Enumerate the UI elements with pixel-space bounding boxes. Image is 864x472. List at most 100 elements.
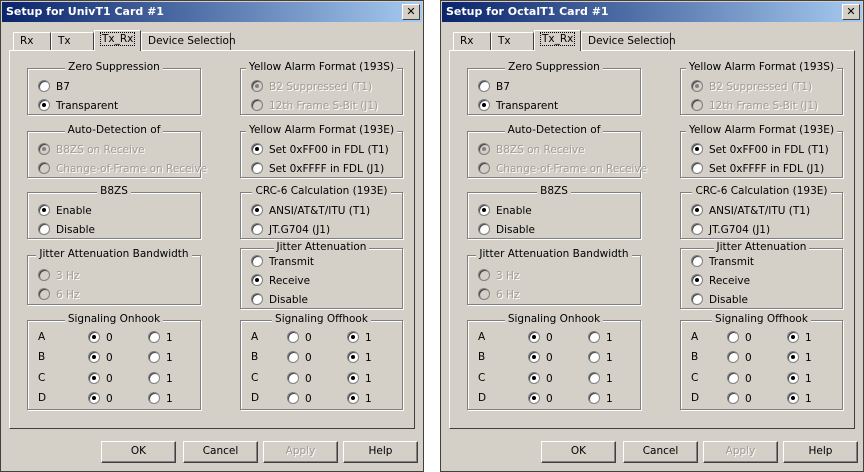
radio-jtg704[interactable]: JT.G704 (J1): [251, 223, 330, 236]
radio-6hz[interactable]: 6 Hz: [38, 288, 79, 301]
radio-icon: [588, 392, 600, 404]
radio-12th-frame[interactable]: 12th Frame S-Bit (J1): [691, 99, 818, 112]
radio-enable[interactable]: Enable: [38, 204, 92, 217]
apply-button[interactable]: Apply: [703, 441, 778, 463]
title-bar[interactable]: Setup for UnivT1 Card #1 ✕: [2, 2, 422, 22]
tab-device-selection[interactable]: Device Selection: [141, 32, 236, 50]
title-bar[interactable]: Setup for OctalT1 Card #1 ✕: [442, 2, 862, 22]
radio-disable[interactable]: Disable: [38, 223, 95, 236]
radio-transmit[interactable]: Transmit: [251, 255, 314, 268]
help-button[interactable]: Help: [783, 441, 858, 463]
tab-tx[interactable]: Tx: [51, 32, 94, 50]
radio-1[interactable]: 1: [588, 351, 613, 364]
tab-rx[interactable]: Rx: [13, 32, 51, 50]
radio-receive[interactable]: Receive: [251, 274, 310, 287]
cancel-button[interactable]: Cancel: [183, 441, 258, 463]
radio-3hz[interactable]: 3 Hz: [478, 269, 519, 282]
radio-0[interactable]: 0: [528, 372, 553, 385]
radio-0[interactable]: 0: [528, 351, 553, 364]
radio-transmit[interactable]: Transmit: [691, 255, 754, 268]
group-title: CRC-6 Calculation (193E): [692, 185, 831, 197]
radio-1[interactable]: 1: [148, 331, 173, 344]
radio-b8zs-on-receive[interactable]: B8ZS on Receive: [478, 143, 585, 156]
radio-1[interactable]: 1: [347, 331, 372, 344]
tab-tx-rx[interactable]: Tx_Rx: [534, 30, 581, 51]
radio-disable-jitter[interactable]: Disable: [691, 293, 748, 306]
radio-ansi[interactable]: ANSI/AT&T/ITU (T1): [691, 204, 810, 217]
radio-set-ffff[interactable]: Set 0xFFFF in FDL (J1): [251, 162, 384, 175]
radio-icon: [148, 331, 160, 343]
radio-0[interactable]: 0: [287, 331, 312, 344]
radio-label: 0: [305, 332, 312, 344]
radio-b8zs-on-receive[interactable]: B8ZS on Receive: [38, 143, 145, 156]
radio-icon: [528, 372, 540, 384]
apply-button[interactable]: Apply: [263, 441, 338, 463]
radio-label: 6 Hz: [56, 289, 80, 301]
radio-set-ff00[interactable]: Set 0xFF00 in FDL (T1): [251, 143, 389, 156]
radio-disable[interactable]: Disable: [478, 223, 535, 236]
radio-change-of-frame[interactable]: Change-of-Frame on Receive: [478, 162, 647, 175]
radio-set-ff00[interactable]: Set 0xFF00 in FDL (T1): [691, 143, 829, 156]
radio-transparent[interactable]: Transparent: [38, 99, 118, 112]
radio-1[interactable]: 1: [148, 351, 173, 364]
radio-1[interactable]: 1: [148, 372, 173, 385]
radio-0[interactable]: 0: [528, 392, 553, 405]
radio-1[interactable]: 1: [588, 372, 613, 385]
radio-label: Transmit: [709, 256, 755, 268]
close-button[interactable]: ✕: [842, 4, 860, 20]
radio-jtg704[interactable]: JT.G704 (J1): [691, 223, 770, 236]
radio-1[interactable]: 1: [347, 392, 372, 405]
radio-0[interactable]: 0: [88, 351, 113, 364]
radio-0[interactable]: 0: [88, 392, 113, 405]
radio-set-ffff[interactable]: Set 0xFFFF in FDL (J1): [691, 162, 824, 175]
radio-enable[interactable]: Enable: [478, 204, 532, 217]
radio-1[interactable]: 1: [787, 372, 812, 385]
radio-6hz[interactable]: 6 Hz: [478, 288, 519, 301]
tab-tx-rx[interactable]: Tx_Rx: [94, 30, 141, 51]
group-title: Yellow Alarm Format (193E): [685, 124, 838, 136]
radio-icon: [691, 293, 703, 305]
radio-transparent[interactable]: Transparent: [478, 99, 558, 112]
close-icon: ✕: [406, 5, 416, 18]
radio-12th-frame[interactable]: 12th Frame S-Bit (J1): [251, 99, 378, 112]
radio-change-of-frame[interactable]: Change-of-Frame on Receive: [38, 162, 207, 175]
tab-device-selection[interactable]: Device Selection: [581, 32, 676, 50]
radio-0[interactable]: 0: [287, 392, 312, 405]
radio-1[interactable]: 1: [148, 392, 173, 405]
radio-icon: [478, 288, 490, 300]
radio-0[interactable]: 0: [287, 351, 312, 364]
radio-1[interactable]: 1: [588, 392, 613, 405]
radio-0[interactable]: 0: [88, 372, 113, 385]
radio-0[interactable]: 0: [88, 331, 113, 344]
radio-1[interactable]: 1: [347, 372, 372, 385]
ok-button[interactable]: OK: [101, 441, 176, 463]
help-button[interactable]: Help: [343, 441, 418, 463]
radio-label: 0: [546, 332, 553, 344]
radio-1[interactable]: 1: [588, 331, 613, 344]
tab-rx[interactable]: Rx: [453, 32, 491, 50]
radio-3hz[interactable]: 3 Hz: [38, 269, 79, 282]
radio-0[interactable]: 0: [727, 392, 752, 405]
ok-button[interactable]: OK: [541, 441, 616, 463]
radio-b2-suppressed[interactable]: B2 Suppressed (T1): [251, 80, 372, 93]
radio-icon: [251, 143, 263, 155]
cancel-button[interactable]: Cancel: [623, 441, 698, 463]
radio-ansi[interactable]: ANSI/AT&T/ITU (T1): [251, 204, 370, 217]
radio-1[interactable]: 1: [347, 351, 372, 364]
radio-1[interactable]: 1: [787, 331, 812, 344]
radio-0[interactable]: 0: [727, 351, 752, 364]
radio-b7[interactable]: B7: [478, 80, 510, 93]
radio-0[interactable]: 0: [528, 331, 553, 344]
offhook-row-b: B 0 1: [691, 351, 864, 365]
radio-1[interactable]: 1: [787, 351, 812, 364]
tab-tx[interactable]: Tx: [491, 32, 534, 50]
radio-disable-jitter[interactable]: Disable: [251, 293, 308, 306]
radio-b7[interactable]: B7: [38, 80, 70, 93]
radio-0[interactable]: 0: [287, 372, 312, 385]
radio-1[interactable]: 1: [787, 392, 812, 405]
radio-0[interactable]: 0: [727, 372, 752, 385]
radio-receive[interactable]: Receive: [691, 274, 750, 287]
radio-b2-suppressed[interactable]: B2 Suppressed (T1): [691, 80, 812, 93]
close-button[interactable]: ✕: [402, 4, 420, 20]
radio-0[interactable]: 0: [727, 331, 752, 344]
